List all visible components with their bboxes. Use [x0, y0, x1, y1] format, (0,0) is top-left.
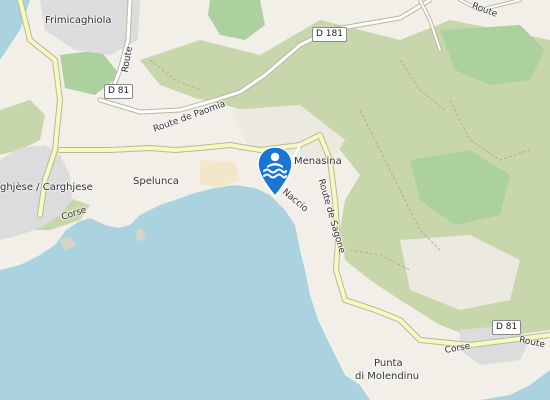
place-label-cargese: ghjèse / Carghjese: [0, 182, 93, 193]
map-canvas[interactable]: D 181 D 81 D 81 Frimicaghiola ghjèse / C…: [0, 0, 550, 400]
route-shield-d181: D 181: [312, 27, 347, 42]
route-shield-d81: D 81: [104, 84, 134, 99]
beach-marker[interactable]: [255, 145, 295, 198]
rock: [60, 236, 76, 250]
place-label-frimicaghiola: Frimicaghiola: [45, 15, 112, 26]
place-label-molendinu: di Molendinu: [355, 371, 420, 382]
rock: [135, 228, 146, 242]
route-shield-d81: D 81: [492, 320, 522, 335]
place-label-punta: Punta: [374, 358, 403, 369]
map-base-layer: [0, 0, 550, 400]
place-label-spelunca: Spelunca: [133, 176, 179, 187]
place-label-menasina: Menasina: [294, 156, 342, 167]
swimming-icon: [257, 146, 293, 198]
